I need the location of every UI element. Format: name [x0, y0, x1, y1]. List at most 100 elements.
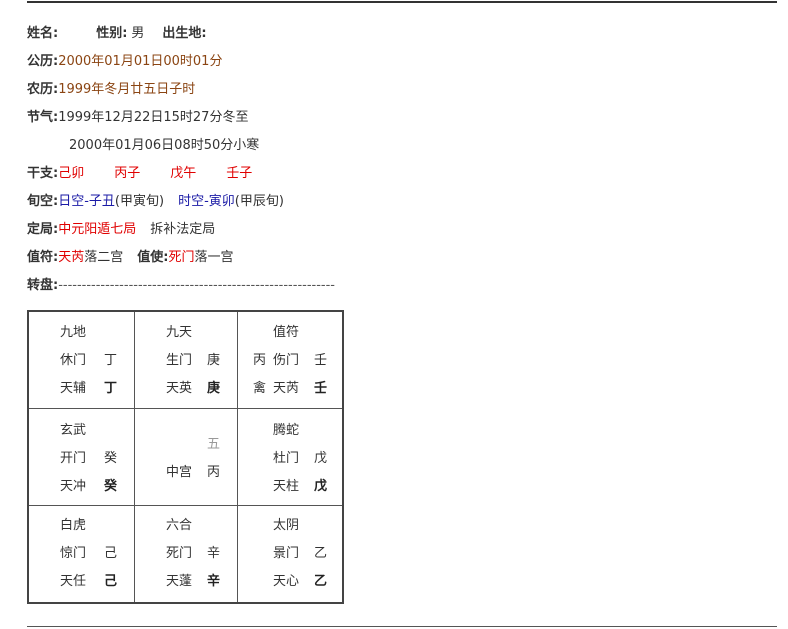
palace-earth-stem: 辛 — [207, 574, 221, 589]
lunar-label: 农历: — [27, 82, 59, 97]
gender-value: 男 — [131, 26, 145, 41]
palace-god: 值符 — [273, 325, 300, 340]
palace-door: 杜门 — [273, 451, 300, 466]
bottom-divider — [27, 626, 777, 627]
row-zhuanpan: 转盘:-------------------------------------… — [27, 272, 767, 300]
ganzhi-label: 干支: — [27, 166, 59, 181]
palace-door: 休门 — [60, 353, 87, 368]
row-lunar: 农历:1999年冬月廿五日子时 — [27, 76, 767, 104]
row-ganzhi: 干支:己卯 丙子 戊午 壬子 — [27, 160, 767, 188]
palace-star: 天辅 — [60, 381, 87, 396]
qimen-board: 九地 休门 丁 天辅 丁 九天 生门 庚 天英 庚 值符 丙 伤门 壬 禽 天芮… — [27, 310, 344, 604]
solar-terms-label: 节气: — [27, 110, 59, 125]
palace-god: 白虎 — [60, 518, 87, 533]
zhishi-label: 值使: — [137, 250, 169, 265]
palace-center-label: 中宫 — [166, 465, 193, 480]
palace-god: 九天 — [166, 325, 193, 340]
palace-star: 天心 — [273, 574, 300, 589]
ju-label: 定局: — [27, 222, 59, 237]
zhuanpan-rule: ----------------------------------------… — [58, 278, 335, 293]
row-xunkong: 旬空:日空-子丑(甲寅旬) 时空-寅卯(甲辰旬) — [27, 188, 767, 216]
palace-door: 开门 — [60, 451, 87, 466]
palace-middle-left: 玄武 开门 癸 天冲 癸 — [29, 409, 135, 506]
palace-sky-stem: 丁 — [104, 353, 118, 368]
gender-label: 性别: — [96, 26, 128, 41]
palace-hidden-door-stem: 丙 — [253, 353, 267, 368]
palace-sky-stem: 庚 — [207, 353, 221, 368]
day-xun: (甲寅旬) — [114, 194, 165, 209]
row-ju: 定局:中元阳遁七局 拆补法定局 — [27, 216, 767, 244]
name-label: 姓名: — [27, 26, 59, 41]
xunkong-label: 旬空: — [27, 194, 59, 209]
palace-god: 六合 — [166, 518, 193, 533]
palace-sky-stem: 癸 — [104, 451, 118, 466]
day-void: 日空-子丑 — [58, 194, 115, 209]
palace-door: 死门 — [166, 546, 193, 561]
palace-sky-stem: 乙 — [314, 546, 328, 561]
top-divider — [27, 1, 777, 3]
palace-star: 天柱 — [273, 479, 300, 494]
palace-center: 五 中宫 丙 — [135, 409, 238, 506]
palace-middle-right: 腾蛇 杜门 戊 天柱 戊 — [238, 409, 342, 506]
palace-god: 腾蛇 — [273, 423, 300, 438]
zhifu-label: 值符: — [27, 250, 59, 265]
palace-earth-stem: 己 — [104, 574, 118, 589]
solar-value: 2000年01月01日00时01分 — [58, 54, 223, 69]
ju-method: 拆补法定局 — [150, 222, 216, 237]
palace-bottom-left: 白虎 惊门 己 天任 己 — [29, 506, 135, 602]
palace-star: 天芮 — [273, 381, 300, 396]
palace-star: 天英 — [166, 381, 193, 396]
palace-star: 天蓬 — [166, 574, 193, 589]
palace-hidden-star: 禽 — [253, 381, 267, 396]
palace-top-left: 九地 休门 丁 天辅 丁 — [29, 312, 135, 409]
palace-sky-stem: 己 — [104, 546, 118, 561]
row-solar-term-1: 节气:1999年12月22日15时27分冬至 — [27, 104, 767, 132]
palace-earth-stem: 庚 — [207, 381, 221, 396]
ju-value: 中元阳遁七局 — [58, 222, 137, 237]
zhishi-door-palace: 落一宫 — [194, 250, 234, 265]
zhuanpan-label: 转盘: — [27, 278, 59, 293]
zhifu-star: 天芮 — [58, 250, 85, 265]
palace-earth-stem: 丁 — [104, 381, 118, 396]
palace-top-center: 九天 生门 庚 天英 庚 — [135, 312, 238, 409]
palace-top-right: 值符 丙 伤门 壬 禽 天芮 壬 — [238, 312, 342, 409]
palace-door: 惊门 — [60, 546, 87, 561]
palace-sky-stem: 壬 — [314, 353, 328, 368]
hour-void: 时空-寅卯 — [178, 194, 235, 209]
palace-bottom-center: 六合 死门 辛 天蓬 辛 — [135, 506, 238, 602]
palace-earth-stem: 戊 — [314, 479, 328, 494]
solar-term-2: 2000年01月06日08时50分小寒 — [69, 138, 260, 153]
solar-term-1: 1999年12月22日15时27分冬至 — [58, 110, 249, 125]
palace-star: 天冲 — [60, 479, 87, 494]
lunar-value: 1999年冬月廿五日子时 — [58, 82, 196, 97]
palace-earth-stem: 乙 — [314, 574, 328, 589]
zhishi-door: 死门 — [168, 250, 195, 265]
row-name: 姓名: 性别: 男 出生地: — [27, 20, 767, 48]
palace-god: 太阴 — [273, 518, 300, 533]
palace-earth-stem: 癸 — [104, 479, 118, 494]
hour-xun: (甲辰旬) — [234, 194, 284, 209]
palace-bottom-right: 太阴 景门 乙 天心 乙 — [238, 506, 342, 602]
chart-info: 姓名: 性别: 男出生地: 公历:2000年01月01日00时01分 农历:1999… — [27, 20, 767, 300]
solar-label: 公历: — [27, 54, 59, 69]
ganzhi-day: 戊午 — [170, 166, 197, 181]
ganzhi-hour: 壬子 — [226, 166, 253, 181]
palace-door: 景门 — [273, 546, 300, 561]
row-solar-term-2: 2000年01月06日08时50分小寒 — [27, 132, 767, 160]
birthplace-label: 出生地: — [162, 26, 207, 41]
palace-earth-stem: 壬 — [314, 381, 328, 396]
palace-center-stem: 丙 — [207, 465, 221, 480]
palace-center-number: 五 — [207, 437, 221, 452]
ganzhi-year: 己卯 — [58, 166, 85, 181]
palace-door: 伤门 — [273, 353, 300, 368]
palace-star: 天任 — [60, 574, 87, 589]
palace-sky-stem: 戊 — [314, 451, 328, 466]
palace-door: 生门 — [166, 353, 193, 368]
zhifu-star-palace: 落二宫 — [84, 250, 124, 265]
row-solar: 公历:2000年01月01日00时01分 — [27, 48, 767, 76]
palace-god: 玄武 — [60, 423, 87, 438]
palace-god: 九地 — [60, 325, 87, 340]
ganzhi-month: 丙子 — [114, 166, 141, 181]
row-zhifu: 值符:天芮落二宫 值使:死门落一宫 — [27, 244, 767, 272]
palace-sky-stem: 辛 — [207, 546, 221, 561]
